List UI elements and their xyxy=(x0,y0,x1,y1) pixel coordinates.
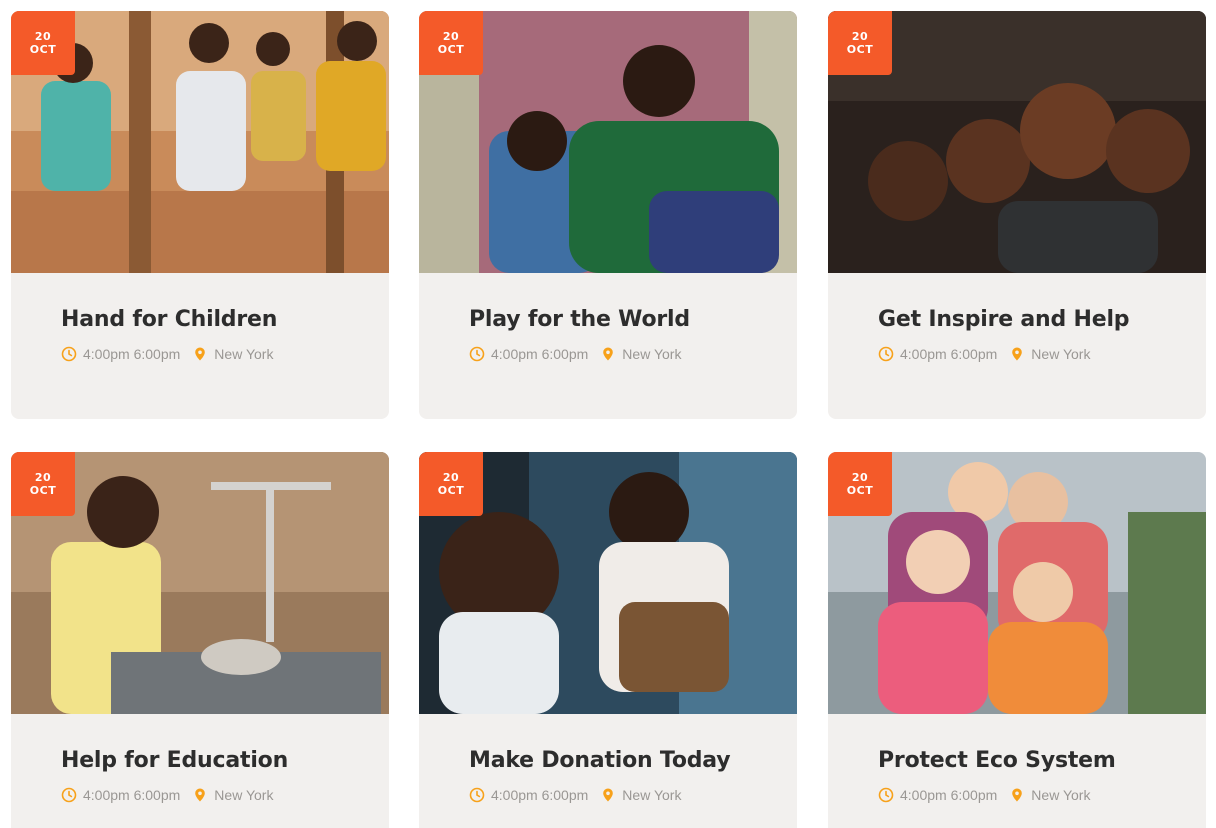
date-badge: 20 OCT xyxy=(11,11,75,75)
map-pin-icon xyxy=(192,346,208,362)
event-title[interactable]: Get Inspire and Help xyxy=(878,307,1206,332)
events-grid: 20 OCT Hand for Children 4:00pm 6:00pm N… xyxy=(0,0,1216,828)
clock-icon xyxy=(61,346,77,362)
event-card[interactable]: 20 OCT Hand for Children 4:00pm 6:00pm N… xyxy=(11,11,389,419)
event-photo[interactable]: 20 OCT xyxy=(419,452,797,714)
event-location: New York xyxy=(622,346,682,362)
event-photo[interactable]: 20 OCT xyxy=(419,11,797,273)
event-card[interactable]: 20 OCT Make Donation Today 4:00pm 6:00pm… xyxy=(419,452,797,828)
event-card[interactable]: 20 OCT Protect Eco System 4:00pm 6:00pm … xyxy=(828,452,1206,828)
event-meta: 4:00pm 6:00pm New York xyxy=(61,346,389,362)
date-month: OCT xyxy=(29,484,57,497)
event-meta: 4:00pm 6:00pm New York xyxy=(469,346,797,362)
clock-icon xyxy=(469,346,485,362)
event-photo[interactable]: 20 OCT xyxy=(828,452,1206,714)
date-badge: 20 OCT xyxy=(828,11,892,75)
event-time: 4:00pm 6:00pm xyxy=(83,346,181,362)
date-day: 20 xyxy=(34,30,52,43)
event-card[interactable]: 20 OCT Help for Education 4:00pm 6:00pm … xyxy=(11,452,389,828)
map-pin-icon xyxy=(600,346,616,362)
event-photo[interactable]: 20 OCT xyxy=(11,452,389,714)
date-day: 20 xyxy=(34,471,52,484)
clock-icon xyxy=(469,787,485,803)
date-month: OCT xyxy=(846,43,874,56)
event-location: New York xyxy=(622,787,682,803)
event-location: New York xyxy=(1031,346,1091,362)
event-location: New York xyxy=(214,346,274,362)
event-time: 4:00pm 6:00pm xyxy=(491,346,589,362)
clock-icon xyxy=(878,346,894,362)
date-badge: 20 OCT xyxy=(419,11,483,75)
date-day: 20 xyxy=(851,471,869,484)
date-badge: 20 OCT xyxy=(11,452,75,516)
map-pin-icon xyxy=(1009,787,1025,803)
event-meta: 4:00pm 6:00pm New York xyxy=(878,787,1206,803)
clock-icon xyxy=(878,787,894,803)
event-time: 4:00pm 6:00pm xyxy=(491,787,589,803)
event-meta: 4:00pm 6:00pm New York xyxy=(878,346,1206,362)
event-card[interactable]: 20 OCT Play for the World 4:00pm 6:00pm … xyxy=(419,11,797,419)
event-time: 4:00pm 6:00pm xyxy=(83,787,181,803)
event-title[interactable]: Make Donation Today xyxy=(469,748,797,773)
date-month: OCT xyxy=(29,43,57,56)
clock-icon xyxy=(61,787,77,803)
event-meta: 4:00pm 6:00pm New York xyxy=(61,787,389,803)
event-location: New York xyxy=(214,787,274,803)
event-photo[interactable]: 20 OCT xyxy=(11,11,389,273)
event-title[interactable]: Hand for Children xyxy=(61,307,389,332)
date-month: OCT xyxy=(437,43,465,56)
map-pin-icon xyxy=(600,787,616,803)
event-title[interactable]: Play for the World xyxy=(469,307,797,332)
event-time: 4:00pm 6:00pm xyxy=(900,787,998,803)
event-location: New York xyxy=(1031,787,1091,803)
date-badge: 20 OCT xyxy=(828,452,892,516)
date-day: 20 xyxy=(442,471,460,484)
date-day: 20 xyxy=(851,30,869,43)
date-month: OCT xyxy=(437,484,465,497)
date-month: OCT xyxy=(846,484,874,497)
event-photo[interactable]: 20 OCT xyxy=(828,11,1206,273)
date-badge: 20 OCT xyxy=(419,452,483,516)
event-title[interactable]: Protect Eco System xyxy=(878,748,1206,773)
map-pin-icon xyxy=(1009,346,1025,362)
event-time: 4:00pm 6:00pm xyxy=(900,346,998,362)
event-card[interactable]: 20 OCT Get Inspire and Help 4:00pm 6:00p… xyxy=(828,11,1206,419)
event-title[interactable]: Help for Education xyxy=(61,748,389,773)
date-day: 20 xyxy=(442,30,460,43)
event-meta: 4:00pm 6:00pm New York xyxy=(469,787,797,803)
map-pin-icon xyxy=(192,787,208,803)
